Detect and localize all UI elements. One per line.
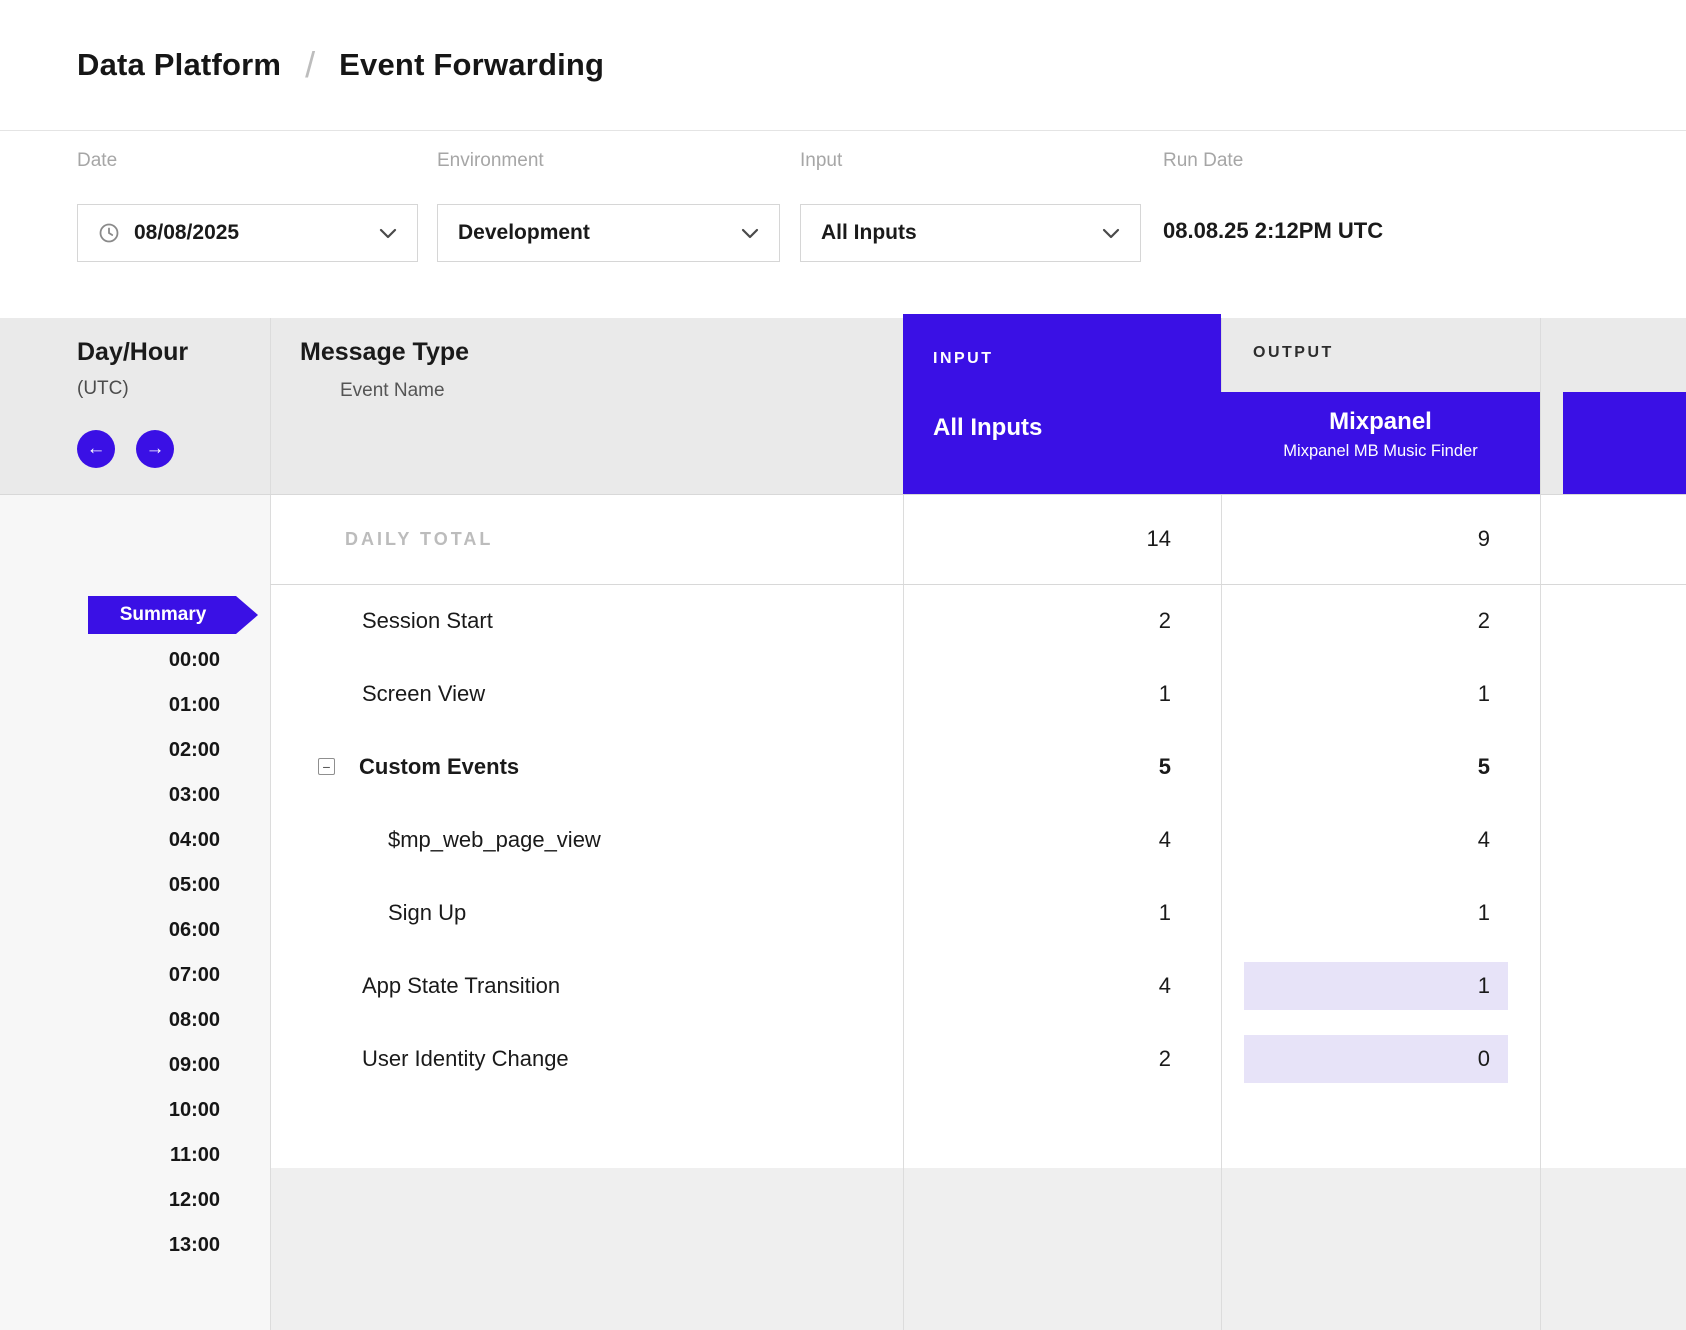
row-event-name: Screen View	[270, 681, 903, 707]
hour-label[interactable]: 07:00	[0, 953, 220, 998]
row-output-count: 1	[1221, 900, 1540, 926]
day-pager: ← →	[77, 430, 174, 468]
run-date-value: 08.08.25 2:12PM UTC	[1163, 218, 1593, 244]
hour-label[interactable]: 03:00	[0, 773, 220, 818]
input-filter: Input All Inputs	[800, 150, 1141, 262]
environment-dropdown-value: Development	[458, 221, 590, 245]
row-output-count: 2	[1221, 608, 1540, 634]
hour-label[interactable]: 13:00	[0, 1223, 220, 1268]
event-rows: Session Start 2 2 Screen View 1 1 − Cust…	[270, 584, 1686, 1095]
message-type-header: Message Type	[300, 338, 469, 367]
daily-total-input-count: 14	[903, 494, 1221, 584]
row-output-count: 0	[1221, 1035, 1540, 1083]
environment-filter: Environment Development	[437, 150, 780, 262]
event-name-subheader: Event Name	[340, 380, 445, 402]
chevron-down-icon	[379, 228, 397, 239]
date-dropdown-value: 08/08/2025	[134, 221, 239, 245]
event-forwarding-page: Data Platform / Event Forwarding Date 08…	[0, 0, 1686, 1330]
day-hour-header: Day/Hour	[77, 338, 188, 367]
table-row: Screen View 1 1	[270, 657, 1686, 730]
input-section-label: INPUT	[933, 350, 994, 368]
hour-label[interactable]: 00:00	[0, 638, 220, 683]
output-section-label: OUTPUT	[1253, 344, 1334, 362]
table-row: Session Start 2 2	[270, 584, 1686, 657]
row-input-count: 1	[903, 900, 1221, 926]
row-event-name: App State Transition	[270, 973, 903, 999]
row-input-count: 4	[903, 827, 1221, 853]
row-input-count: 2	[903, 608, 1221, 634]
input-column-title: All Inputs	[933, 414, 1042, 442]
breadcrumb-section[interactable]: Data Platform	[77, 47, 281, 83]
breadcrumb: Data Platform / Event Forwarding	[0, 0, 1686, 131]
row-event-name: $mp_web_page_view	[270, 827, 903, 853]
hour-label[interactable]: 02:00	[0, 728, 220, 773]
hour-label[interactable]: 05:00	[0, 863, 220, 908]
row-output-count: 4	[1221, 827, 1540, 853]
daily-total-output-count: 9	[1221, 494, 1540, 584]
environment-filter-label: Environment	[437, 150, 780, 174]
table-row-custom-events: − Custom Events 5 5	[270, 730, 1686, 803]
chevron-down-icon	[741, 228, 759, 239]
divider	[0, 494, 1686, 495]
row-event-name: Session Start	[270, 608, 903, 634]
output-column-subtitle: Mixpanel MB Music Finder	[1221, 442, 1540, 461]
table-footer-strip	[271, 1168, 1686, 1330]
next-day-button[interactable]: →	[136, 430, 174, 468]
input-filter-label: Input	[800, 150, 1141, 174]
row-event-name: − Custom Events	[270, 754, 903, 780]
run-date: Run Date 08.08.25 2:12PM UTC	[1163, 150, 1593, 244]
daily-total-label: DAILY TOTAL	[345, 529, 493, 550]
row-output-count: 5	[1221, 754, 1540, 780]
output-column-header-mixpanel[interactable]: Mixpanel Mixpanel MB Music Finder	[1221, 392, 1540, 494]
hour-label[interactable]: 04:00	[0, 818, 220, 863]
hour-label[interactable]: 10:00	[0, 1088, 220, 1133]
input-dropdown-value: All Inputs	[821, 221, 917, 245]
row-input-count: 2	[903, 1046, 1221, 1072]
divider	[1540, 318, 1541, 1330]
hour-label[interactable]: 06:00	[0, 908, 220, 953]
chevron-down-icon	[1102, 228, 1120, 239]
daily-total-row: DAILY TOTAL 14 9	[270, 494, 1686, 584]
input-column-header[interactable]: INPUT All Inputs	[903, 314, 1221, 494]
date-dropdown[interactable]: 08/08/2025	[77, 204, 418, 262]
hour-label[interactable]: 08:00	[0, 998, 220, 1043]
hour-label[interactable]: 11:00	[0, 1133, 220, 1178]
hour-label[interactable]: 01:00	[0, 683, 220, 728]
row-input-count: 5	[903, 754, 1221, 780]
divider	[270, 584, 1686, 585]
hour-label[interactable]: 12:00	[0, 1178, 220, 1223]
hour-label[interactable]: 09:00	[0, 1043, 220, 1088]
output-column-title: Mixpanel	[1221, 408, 1540, 436]
row-output-count: 1	[1221, 681, 1540, 707]
page-title: Event Forwarding	[339, 47, 604, 83]
input-dropdown[interactable]: All Inputs	[800, 204, 1141, 262]
divider	[270, 318, 271, 1330]
highlighted-count-cell: 1	[1244, 962, 1508, 1010]
table-row: Sign Up 1 1	[270, 876, 1686, 949]
daily-total-label-cell: DAILY TOTAL	[270, 494, 903, 584]
table-row: App State Transition 4 1	[270, 949, 1686, 1022]
table-row: User Identity Change 2 0	[270, 1022, 1686, 1095]
summary-row-badge[interactable]: Summary	[88, 596, 258, 634]
date-filter: Date 08/08/2025	[77, 150, 418, 262]
hour-list: 00:00 01:00 02:00 03:00 04:00 05:00 06:0…	[0, 638, 220, 1268]
day-hour-timezone: (UTC)	[77, 378, 129, 400]
row-input-count: 4	[903, 973, 1221, 999]
row-event-name-label: Custom Events	[359, 754, 519, 780]
previous-day-button[interactable]: ←	[77, 430, 115, 468]
breadcrumb-separator: /	[305, 44, 315, 86]
row-event-name: User Identity Change	[270, 1046, 903, 1072]
row-event-name: Sign Up	[270, 900, 903, 926]
table-row: $mp_web_page_view 4 4	[270, 803, 1686, 876]
clock-icon	[98, 222, 120, 244]
run-date-label: Run Date	[1163, 150, 1593, 174]
row-input-count: 1	[903, 681, 1221, 707]
output-column-next-partial	[1563, 392, 1686, 494]
environment-dropdown[interactable]: Development	[437, 204, 780, 262]
row-output-count: 1	[1221, 962, 1540, 1010]
collapse-toggle-icon[interactable]: −	[318, 758, 335, 775]
highlighted-count-cell: 0	[1244, 1035, 1508, 1083]
date-filter-label: Date	[77, 150, 418, 174]
